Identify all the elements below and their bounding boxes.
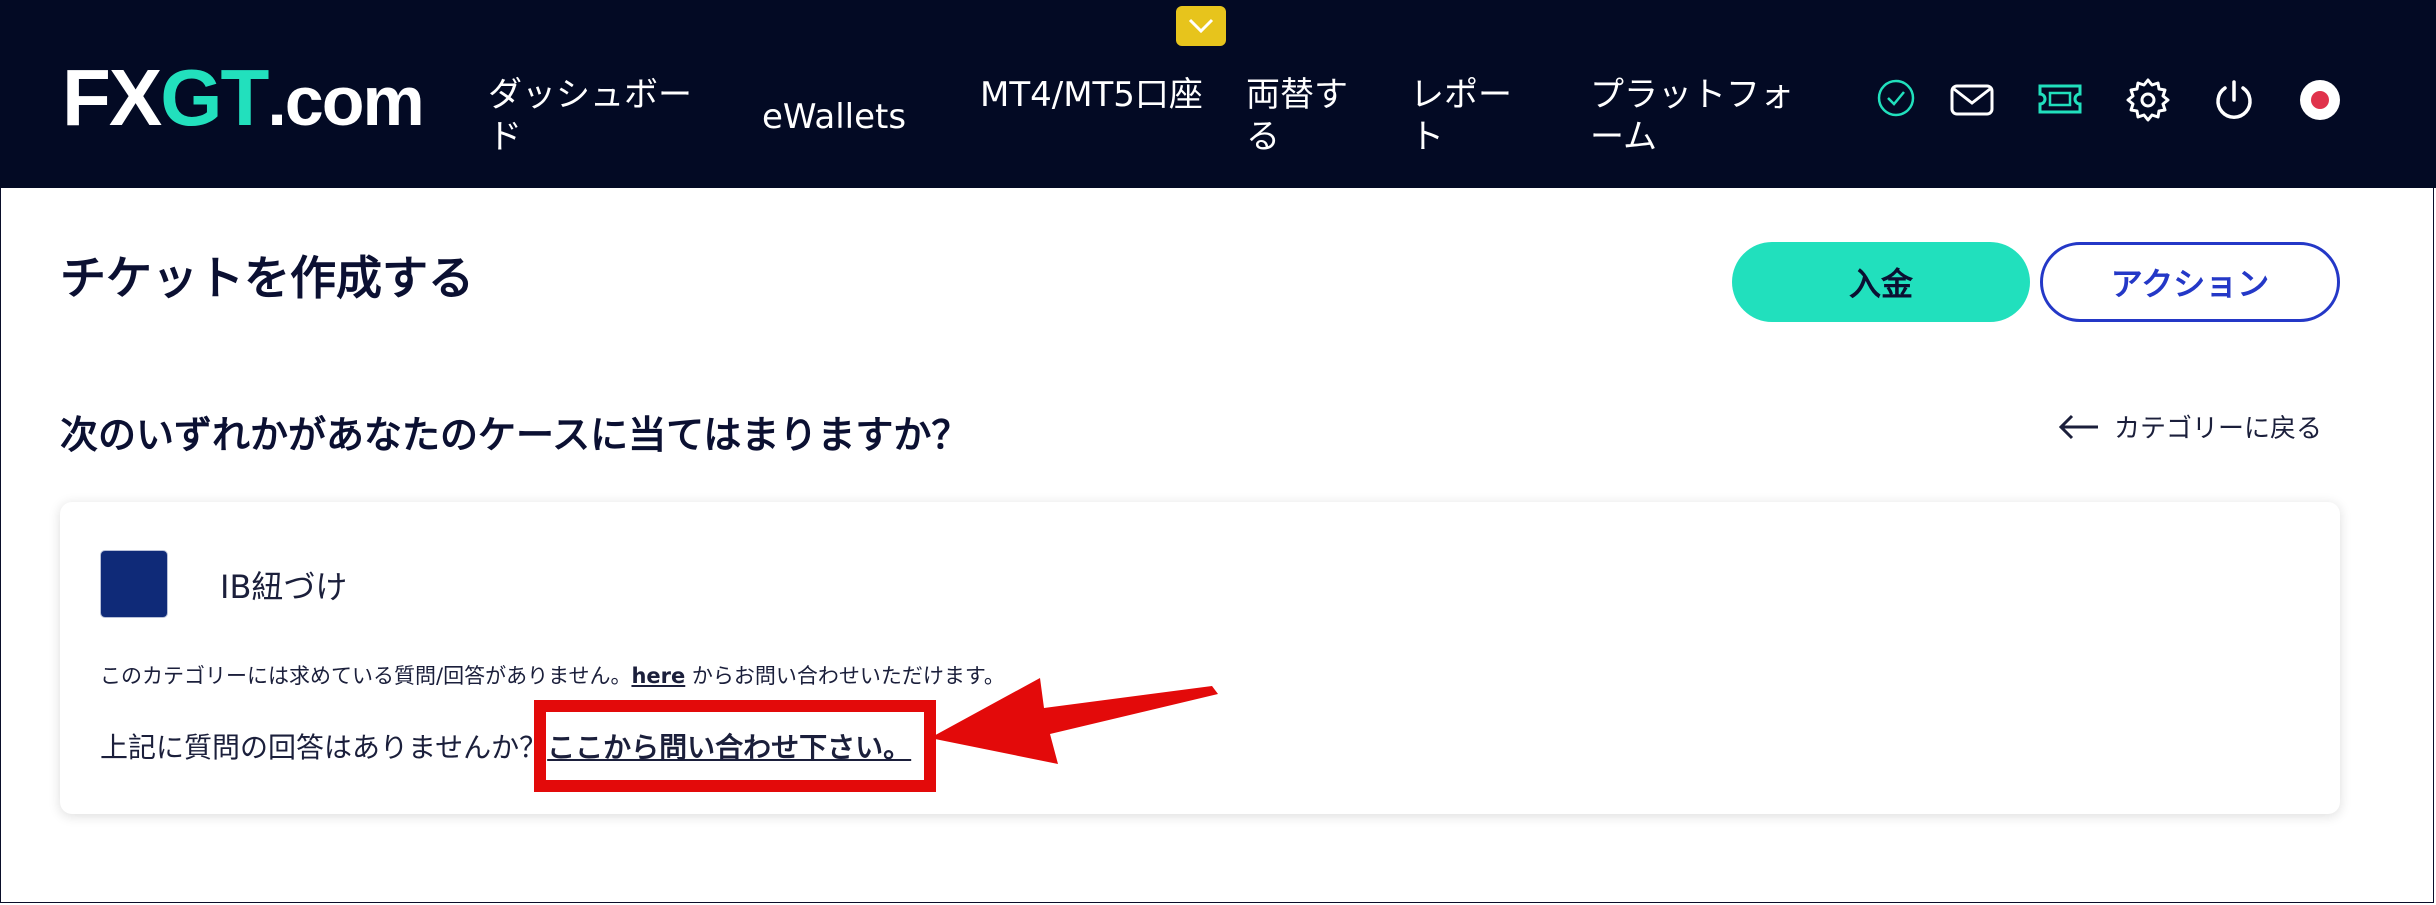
mail-icon[interactable] — [1948, 76, 1996, 124]
top-navbar: FX GT .com ダッシュボード eWallets MT4/MT5口座 両替… — [0, 0, 2436, 188]
no-faq-note: このカテゴリーには求めている質問/回答がありません。here からお問い合わせい… — [100, 660, 1005, 690]
note-prefix: このカテゴリーには求めている質問/回答がありません。 — [100, 664, 632, 688]
cta-prefix: 上記に質問の回答はありませんか？ — [100, 731, 548, 764]
logo-com: .com — [267, 62, 424, 140]
page-title: チケットを作成する — [60, 251, 474, 305]
annotation-highlight-box — [534, 700, 936, 792]
deposit-button[interactable]: 入金 — [1732, 242, 2030, 322]
category-title: IB紐づけ — [220, 568, 348, 606]
nav-ewallets[interactable]: eWallets — [762, 96, 932, 138]
fxgt-logo[interactable]: FX GT .com — [62, 53, 425, 142]
ticket-icon[interactable] — [2036, 76, 2084, 124]
dropdown-toggle[interactable] — [1176, 6, 1226, 46]
nav-mt-accounts[interactable]: MT4/MT5口座 — [980, 74, 1206, 116]
back-to-categories-link[interactable]: カテゴリーに戻る — [2058, 408, 2322, 445]
logo-gt: GT — [160, 53, 269, 142]
check-circle-icon[interactable] — [1872, 76, 1920, 124]
nav-exchange[interactable]: 両替する — [1246, 74, 1364, 158]
flag-japan-icon[interactable] — [2296, 76, 2344, 124]
power-icon[interactable] — [2210, 76, 2258, 124]
logo-fx: FX — [62, 53, 162, 142]
nav-dashboard[interactable]: ダッシュボード — [488, 74, 710, 158]
arrow-left-icon — [2058, 414, 2098, 439]
annotation-arrow-icon — [930, 678, 1218, 764]
here-link[interactable]: here — [631, 664, 685, 688]
nav-reports[interactable]: レポート — [1410, 74, 1530, 158]
back-link-label: カテゴリーに戻る — [2114, 414, 2323, 444]
case-question: 次のいずれかがあなたのケースに当てはまりますか？ — [60, 413, 970, 457]
chevron-down-icon — [1188, 18, 1214, 34]
nav-platforms[interactable]: プラットフォーム — [1590, 74, 1818, 158]
action-button[interactable]: アクション — [2040, 242, 2340, 322]
gear-icon[interactable] — [2124, 76, 2172, 124]
category-color-square — [100, 550, 168, 618]
